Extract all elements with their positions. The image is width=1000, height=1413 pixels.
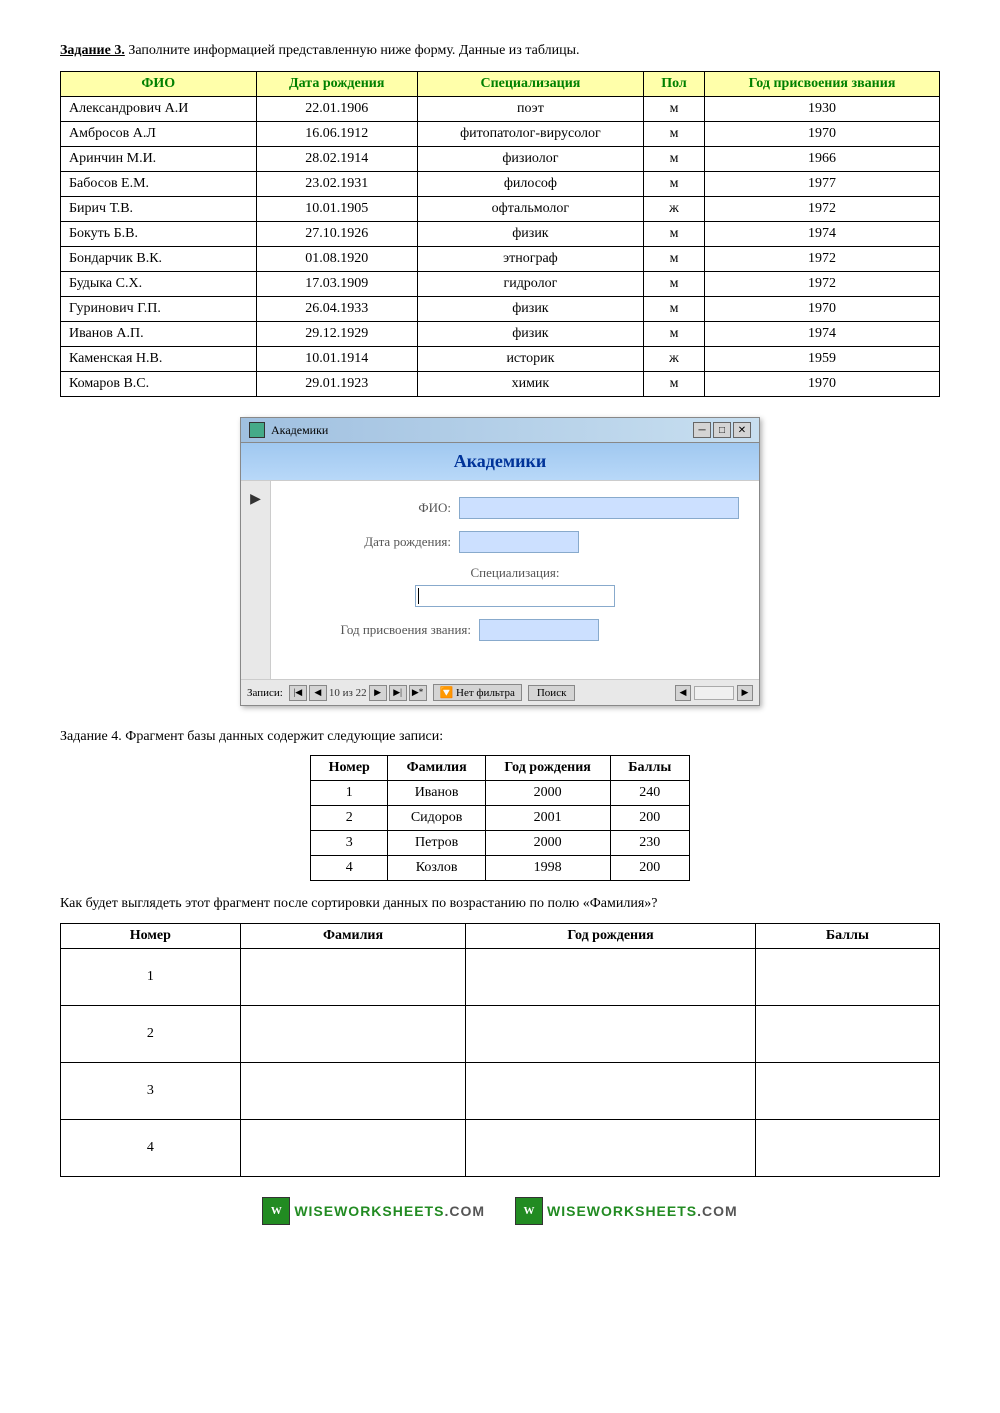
- col-fio: ФИО: [61, 72, 257, 97]
- access-titlebar: Академики ─ □ ✕: [241, 418, 759, 443]
- table-row: Каменская Н.В.10.01.1914историкж1959: [61, 347, 940, 372]
- task4-text: Фрагмент базы данных содержит следующие …: [125, 729, 443, 744]
- table-row: Бирич Т.В.10.01.1905офтальмологж1972: [61, 197, 940, 222]
- col-spec: Специализация: [417, 72, 643, 97]
- scroll-left-button[interactable]: ◀: [675, 685, 691, 701]
- spec-input-row: [291, 585, 739, 607]
- nav-first-button[interactable]: |◀: [289, 685, 307, 701]
- access-window: Академики ─ □ ✕ Академики ▶ ФИО:: [240, 417, 760, 706]
- fio-input[interactable]: [459, 497, 739, 519]
- records-label: Записи:: [247, 687, 283, 699]
- nav-last-button[interactable]: ▶|: [389, 685, 407, 701]
- ans-col-balls: Баллы: [755, 924, 939, 949]
- nav-controls[interactable]: |◀ ◀ 10 из 22 ▶ ▶| ▶*: [289, 685, 427, 701]
- spec-label: Специализация:: [291, 565, 739, 581]
- scroll-track: [694, 686, 734, 700]
- table-row: 4Козлов1998200: [311, 856, 690, 881]
- dob-label: Дата рождения:: [291, 534, 451, 550]
- dob-row: Дата рождения:: [291, 531, 739, 553]
- task3-num: Задание 3.: [60, 43, 125, 58]
- akademiki-table: ФИО Дата рождения Специализация Пол Год …: [60, 71, 940, 397]
- spec-input[interactable]: [415, 585, 615, 607]
- footer-logo-2: W WISEWORKSHEETS.COM: [515, 1197, 738, 1225]
- t4-col-year: Год рождения: [485, 756, 610, 781]
- table-row: 2Сидоров2001200: [311, 806, 690, 831]
- ans-col-year: Год рождения: [466, 924, 755, 949]
- footer-logo-1: W WISEWORKSHEETS.COM: [262, 1197, 485, 1225]
- footer-text-2: WISEWORKSHEETS.COM: [547, 1203, 738, 1219]
- fio-row: ФИО:: [291, 497, 739, 519]
- table-row: 4: [61, 1120, 940, 1177]
- table-row: 1: [61, 949, 940, 1006]
- task4-question: Как будет выглядеть этот фрагмент после …: [60, 893, 940, 915]
- cursor-bar: [418, 588, 419, 604]
- nav-count: 10 из 22: [329, 687, 367, 699]
- ans-col-num: Номер: [61, 924, 241, 949]
- nav-pointer: ▶: [250, 491, 261, 508]
- table-row: 1Иванов2000240: [311, 781, 690, 806]
- table-row: 2: [61, 1006, 940, 1063]
- table-row: Бокуть Б.В.27.10.1926физикм1974: [61, 222, 940, 247]
- t4-col-num: Номер: [311, 756, 388, 781]
- access-form-title: Академики: [241, 443, 759, 481]
- col-year: Год присвоения звания: [705, 72, 940, 97]
- access-app-icon: [249, 422, 265, 438]
- nav-next-button[interactable]: ▶: [369, 685, 387, 701]
- footer: W WISEWORKSHEETS.COM W WISEWORKSHEETS.CO…: [60, 1197, 940, 1225]
- answer-table: Номер Фамилия Год рождения Баллы 1234: [60, 923, 940, 1177]
- scroll-area[interactable]: ◀ ▶: [675, 685, 753, 701]
- minimize-button[interactable]: ─: [693, 422, 711, 438]
- table-row: 3Петров2000230: [311, 831, 690, 856]
- access-statusbar: Записи: |◀ ◀ 10 из 22 ▶ ▶| ▶* 🔽 Нет филь…: [241, 679, 759, 705]
- col-pol: Пол: [643, 72, 704, 97]
- task4-num: Задание 4.: [60, 729, 122, 744]
- table-row: Комаров В.С.29.01.1923химикм1970: [61, 372, 940, 397]
- table-row: Будыка С.Х.17.03.1909гидрологм1972: [61, 272, 940, 297]
- footer-text-1: WISEWORKSHEETS.COM: [294, 1203, 485, 1219]
- task4-heading: Задание 4. Фрагмент базы данных содержит…: [60, 726, 940, 747]
- filter-label: Нет фильтра: [456, 687, 515, 699]
- maximize-button[interactable]: □: [713, 422, 731, 438]
- titlebar-controls[interactable]: ─ □ ✕: [693, 422, 751, 438]
- table-row: Александрович А.И22.01.1906поэтм1930: [61, 97, 940, 122]
- close-button[interactable]: ✕: [733, 422, 751, 438]
- t4-col-balls: Баллы: [610, 756, 689, 781]
- scroll-right-button[interactable]: ▶: [737, 685, 753, 701]
- search-label: Поиск: [537, 687, 567, 699]
- task3-heading: Задание 3. Заполните информацией предста…: [60, 40, 940, 61]
- task4-data-table: Номер Фамилия Год рождения Баллы 1Иванов…: [310, 755, 690, 881]
- ans-col-fam: Фамилия: [240, 924, 466, 949]
- dob-input[interactable]: [459, 531, 579, 553]
- titlebar-left: Академики: [249, 422, 328, 438]
- col-dob: Дата рождения: [256, 72, 417, 97]
- table-row: Бабосов Е.М.23.02.1931философм1977: [61, 172, 940, 197]
- year-label: Год присвоения звания:: [291, 622, 471, 638]
- table-row: Гуринович Г.П.26.04.1933физикм1970: [61, 297, 940, 322]
- spec-row: Специализация:: [291, 565, 739, 607]
- table-row: Амбросов А.Л16.06.1912фитопатолог-вирусо…: [61, 122, 940, 147]
- table-row: Бондарчик В.К.01.08.1920этнографм1972: [61, 247, 940, 272]
- table-row: Аринчин М.И.28.02.1914физиологм1966: [61, 147, 940, 172]
- fio-label: ФИО:: [291, 500, 451, 516]
- access-window-title: Академики: [271, 423, 328, 438]
- year-row: Год присвоения звания:: [291, 619, 739, 641]
- footer-icon-2: W: [515, 1197, 543, 1225]
- t4-col-fam: Фамилия: [388, 756, 485, 781]
- footer-icon-1: W: [262, 1197, 290, 1225]
- access-window-wrapper: Академики ─ □ ✕ Академики ▶ ФИО:: [60, 417, 940, 706]
- nav-prev-button[interactable]: ◀: [309, 685, 327, 701]
- form-fields: ФИО: Дата рождения: Специализация:: [271, 481, 759, 679]
- task4-data-table-wrapper: Номер Фамилия Год рождения Баллы 1Иванов…: [60, 755, 940, 881]
- filter-button[interactable]: 🔽 Нет фильтра: [433, 684, 522, 701]
- table-row: 3: [61, 1063, 940, 1120]
- table-row: Иванов А.П.29.12.1929физикм1974: [61, 322, 940, 347]
- access-form-body: ▶ ФИО: Дата рождения: Специализация:: [241, 481, 759, 679]
- filter-icon: 🔽: [440, 687, 454, 699]
- task3-text: Заполните информацией представленную ниж…: [128, 43, 579, 58]
- search-button[interactable]: Поиск: [528, 685, 576, 701]
- year-input[interactable]: [479, 619, 599, 641]
- nav-new-button[interactable]: ▶*: [409, 685, 427, 701]
- form-nav-panel: ▶: [241, 481, 271, 679]
